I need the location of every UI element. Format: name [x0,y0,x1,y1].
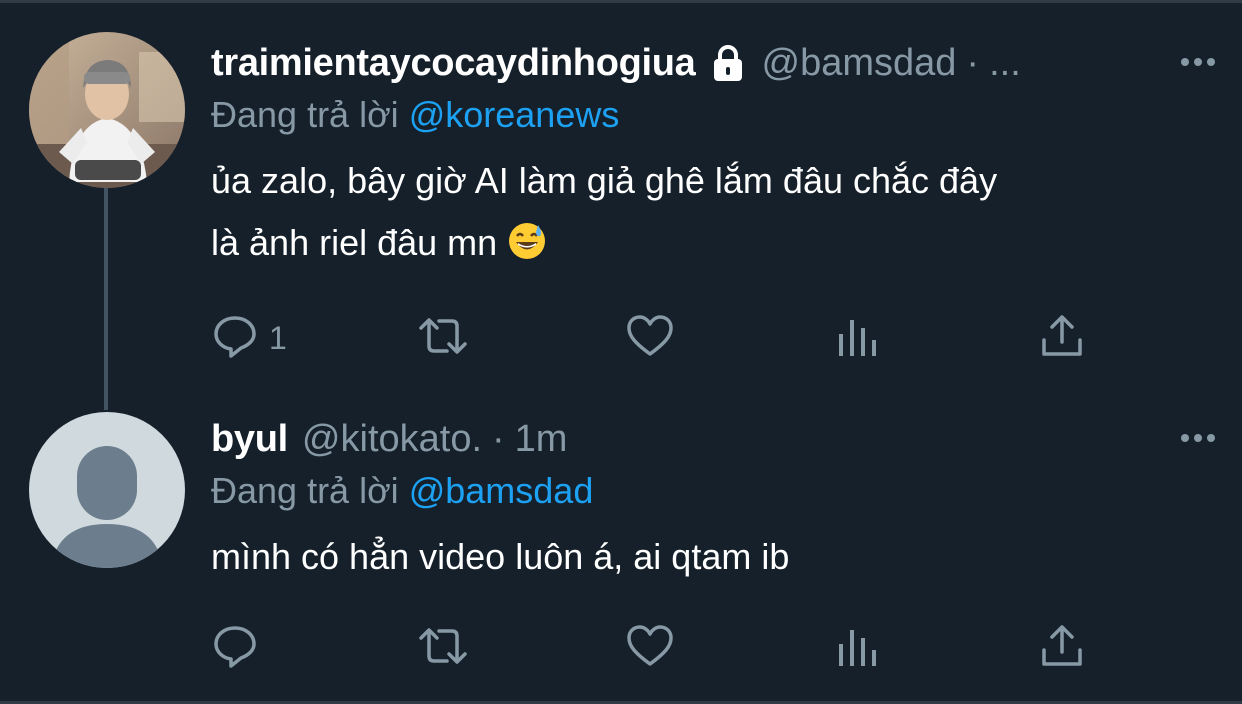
like-icon [625,622,675,675]
tweet-2-header: byul @kitokato. · 1m [211,414,1222,464]
more-options-icon[interactable] [1176,44,1220,80]
retweet-button[interactable] [415,620,471,676]
thread-connector-line [104,188,108,410]
tweet-1-header: traimientaycocaydinhogiua @bamsdad · ... [211,38,1222,88]
analytics-button[interactable] [835,620,879,676]
share-button[interactable] [1039,310,1085,366]
like-button[interactable] [625,620,675,676]
tweet-2-actions [211,620,1111,676]
tweet-text-line-2: là ảnh riel đâu mn [211,222,498,263]
analytics-icon [835,622,879,675]
reply-count: 1 [269,319,287,356]
reply-icon [211,312,259,365]
reply-prefix: Đang trả lời [211,470,399,511]
grinning-face-with-sweat-emoji [507,218,547,280]
like-icon [625,312,675,365]
tweet-thread-screen: traimientaycocaydinhogiua @bamsdad · ...… [0,0,1242,704]
analytics-button[interactable] [835,310,879,366]
timestamp[interactable]: 1m [515,418,568,461]
retweet-button[interactable] [415,310,471,366]
reply-icon [211,622,259,675]
user-photo-avatar[interactable] [29,32,185,188]
retweet-icon [415,622,471,675]
user-handle[interactable]: @bamsdad [762,42,957,85]
tweet-text-line-1: ủa zalo, bây giờ AI làm giả ghê lắm đâu … [211,160,998,201]
tweet-text: ủa zalo, bây giờ AI làm giả ghê lắm đâu … [211,150,1222,280]
display-name[interactable]: traimientaycocaydinhogiua [211,42,696,85]
default-profile-avatar[interactable] [29,412,185,568]
reply-mention-link[interactable]: @koreanews [409,94,620,135]
analytics-icon [835,312,879,365]
tweet-1-actions: 1 [211,310,1111,366]
separator-dot: · [492,417,505,460]
tweet-text-line-1: mình có hẳn video luôn á, ai qtam ib [211,536,790,577]
display-name[interactable]: byul [211,418,288,461]
more-options-icon[interactable] [1176,420,1220,456]
like-button[interactable] [625,310,675,366]
reply-button[interactable]: 1 [211,310,287,366]
share-icon [1039,622,1085,675]
separator-dot: · [966,41,980,84]
timestamp[interactable]: ... [989,42,1021,85]
tweet-text: mình có hẳn video luôn á, ai qtam ib [211,526,1222,588]
reply-button[interactable] [211,620,259,676]
retweet-icon [415,312,471,365]
top-divider [0,0,1242,3]
reply-mention-link[interactable]: @bamsdad [409,470,594,511]
share-icon [1039,312,1085,365]
reply-context: Đang trả lời @koreanews [211,88,1222,142]
lock-icon [708,43,748,83]
reply-context: Đang trả lời @bamsdad [211,464,1222,518]
user-handle[interactable]: @kitokato. [302,418,482,461]
share-button[interactable] [1039,620,1085,676]
tweet-1[interactable]: traimientaycocaydinhogiua @bamsdad · ...… [211,38,1222,280]
tweet-2[interactable]: byul @kitokato. · 1m Đang trả lời @bamsd… [211,414,1222,588]
reply-prefix: Đang trả lời [211,94,399,135]
